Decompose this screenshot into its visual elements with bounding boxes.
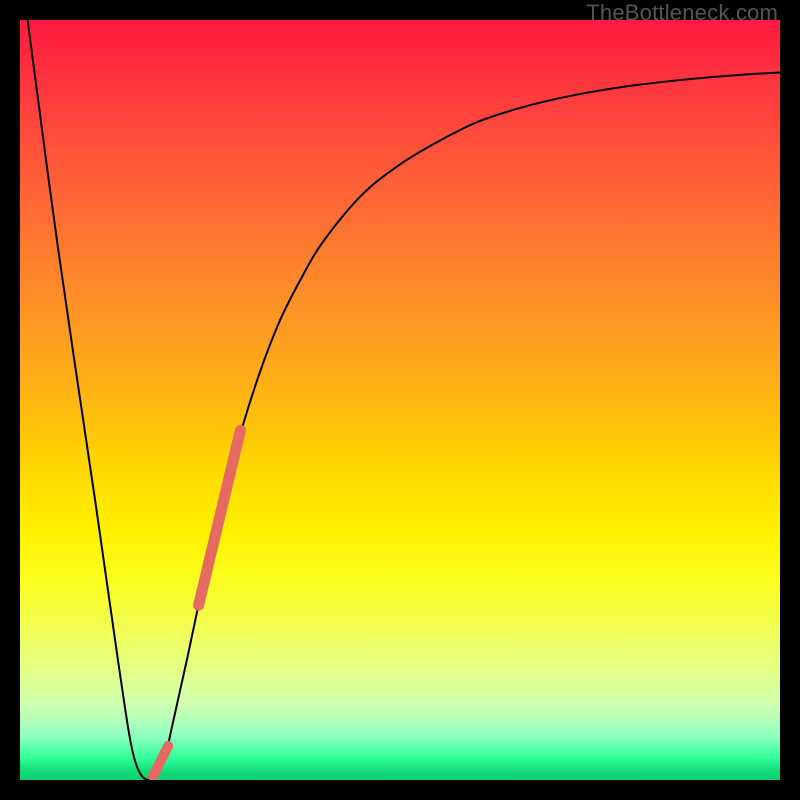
curve-layer bbox=[20, 20, 780, 780]
highlight-segment-upper bbox=[199, 430, 241, 605]
main-curve bbox=[28, 20, 780, 780]
chart-frame: TheBottleneck.com bbox=[0, 0, 800, 800]
plot-area bbox=[20, 20, 780, 780]
highlight-segment-lower bbox=[153, 746, 168, 776]
